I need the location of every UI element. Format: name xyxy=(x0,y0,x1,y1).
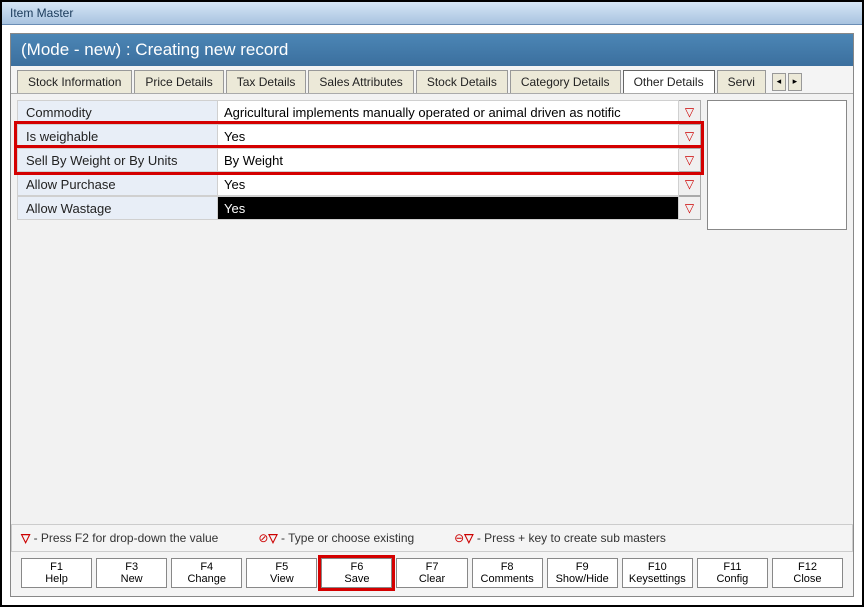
row-allow-purchase: Allow Purchase Yes ▽ xyxy=(17,172,701,196)
label-allow-wastage: Allow Wastage xyxy=(17,196,217,220)
row-is-weighable: Is weighable Yes ▽ xyxy=(17,124,701,148)
legend-bar: ▽ - Press F2 for drop-down the value ⊘▽ … xyxy=(11,524,853,551)
fkey-label: Keysettings xyxy=(623,573,692,585)
tab-price-details[interactable]: Price Details xyxy=(134,70,223,93)
fkey-code: F9 xyxy=(548,561,617,573)
show-hide-button[interactable]: F9 Show/Hide xyxy=(547,558,618,588)
dropdown-is-weighable-icon[interactable]: ▽ xyxy=(679,124,701,148)
value-allow-purchase[interactable]: Yes xyxy=(217,172,679,196)
clear-button[interactable]: F7 Clear xyxy=(396,558,467,588)
fkey-label: Close xyxy=(773,573,842,585)
comments-button[interactable]: F8 Comments xyxy=(472,558,543,588)
value-is-weighable[interactable]: Yes xyxy=(217,124,679,148)
fkey-code: F4 xyxy=(172,561,241,573)
legend-type-text: - Type or choose existing xyxy=(281,531,414,545)
dropdown-allow-wastage-icon[interactable]: ▽ xyxy=(679,196,701,220)
tab-sales-attributes[interactable]: Sales Attributes xyxy=(308,70,413,93)
fkey-label: Show/Hide xyxy=(548,573,617,585)
value-commodity[interactable]: Agricultural implements manually operate… xyxy=(217,100,679,124)
fkey-code: F6 xyxy=(322,561,391,573)
fkey-label: New xyxy=(97,573,166,585)
side-preview-panel xyxy=(707,100,847,230)
fkey-code: F8 xyxy=(473,561,542,573)
row-allow-wastage: Allow Wastage Yes ▽ xyxy=(17,196,701,220)
tab-scroll: ◂ ▸ xyxy=(772,73,802,91)
triangle-down-icon: ▽ xyxy=(464,531,473,545)
fkey-code: F12 xyxy=(773,561,842,573)
tab-strip: Stock Information Price Details Tax Deta… xyxy=(11,66,853,93)
new-button[interactable]: F3 New xyxy=(96,558,167,588)
fkey-label: View xyxy=(247,573,316,585)
row-commodity: Commodity Agricultural implements manual… xyxy=(17,100,701,124)
help-button[interactable]: F1 Help xyxy=(21,558,92,588)
view-button[interactable]: F5 View xyxy=(246,558,317,588)
fkey-code: F10 xyxy=(623,561,692,573)
label-allow-purchase: Allow Purchase xyxy=(17,172,217,196)
fkey-label: Change xyxy=(172,573,241,585)
content-area: Commodity Agricultural implements manual… xyxy=(11,93,853,524)
legend-dropdown: ▽ - Press F2 for drop-down the value xyxy=(21,531,218,545)
window-title: Item Master xyxy=(10,6,73,20)
config-button[interactable]: F11 Config xyxy=(697,558,768,588)
label-commodity: Commodity xyxy=(17,100,217,124)
fkey-label: Config xyxy=(698,573,767,585)
inner-frame: (Mode - new) : Creating new record Stock… xyxy=(10,33,854,597)
legend-submaster: ⊖▽ - Press + key to create sub masters xyxy=(454,531,666,545)
triangle-down-icon: ▽ xyxy=(21,531,30,545)
function-key-bar: F1 Help F3 New F4 Change F5 View F6 Save… xyxy=(11,551,853,596)
fkey-label: Save xyxy=(322,573,391,585)
keysettings-button[interactable]: F10 Keysettings xyxy=(622,558,693,588)
tab-services-truncated[interactable]: Servi xyxy=(717,70,766,93)
field-grid: Commodity Agricultural implements manual… xyxy=(17,100,701,518)
dropdown-commodity-icon[interactable]: ▽ xyxy=(679,100,701,124)
tab-stock-information[interactable]: Stock Information xyxy=(17,70,132,93)
tab-tax-details[interactable]: Tax Details xyxy=(226,70,307,93)
mode-bar: (Mode - new) : Creating new record xyxy=(11,34,853,66)
value-allow-wastage[interactable]: Yes xyxy=(217,196,679,220)
circle-strike-icon: ⊘ xyxy=(258,531,268,545)
fkey-code: F3 xyxy=(97,561,166,573)
tab-scroll-left[interactable]: ◂ xyxy=(772,73,786,91)
tab-other-details[interactable]: Other Details xyxy=(623,70,715,93)
ring-icon: ⊖ xyxy=(454,531,464,545)
dropdown-allow-purchase-icon[interactable]: ▽ xyxy=(679,172,701,196)
fkey-code: F11 xyxy=(698,561,767,573)
dropdown-sell-by-icon[interactable]: ▽ xyxy=(679,148,701,172)
fkey-label: Help xyxy=(22,573,91,585)
fkey-label: Comments xyxy=(473,573,542,585)
label-sell-by: Sell By Weight or By Units xyxy=(17,148,217,172)
save-button[interactable]: F6 Save xyxy=(321,558,392,588)
row-sell-by: Sell By Weight or By Units By Weight ▽ xyxy=(17,148,701,172)
value-sell-by[interactable]: By Weight xyxy=(217,148,679,172)
fkey-code: F7 xyxy=(397,561,466,573)
title-bar: Item Master xyxy=(2,2,862,25)
fkey-label: Clear xyxy=(397,573,466,585)
close-button[interactable]: F12 Close xyxy=(772,558,843,588)
label-is-weighable: Is weighable xyxy=(17,124,217,148)
tab-stock-details[interactable]: Stock Details xyxy=(416,70,508,93)
tab-category-details[interactable]: Category Details xyxy=(510,70,621,93)
window-frame: Item Master (Mode - new) : Creating new … xyxy=(0,0,864,607)
legend-type: ⊘▽ - Type or choose existing xyxy=(258,531,414,545)
triangle-down-icon: ▽ xyxy=(268,531,277,545)
legend-dropdown-text: - Press F2 for drop-down the value xyxy=(34,531,219,545)
fkey-code: F5 xyxy=(247,561,316,573)
change-button[interactable]: F4 Change xyxy=(171,558,242,588)
fkey-code: F1 xyxy=(22,561,91,573)
tab-scroll-right[interactable]: ▸ xyxy=(788,73,802,91)
legend-submaster-text: - Press + key to create sub masters xyxy=(477,531,666,545)
